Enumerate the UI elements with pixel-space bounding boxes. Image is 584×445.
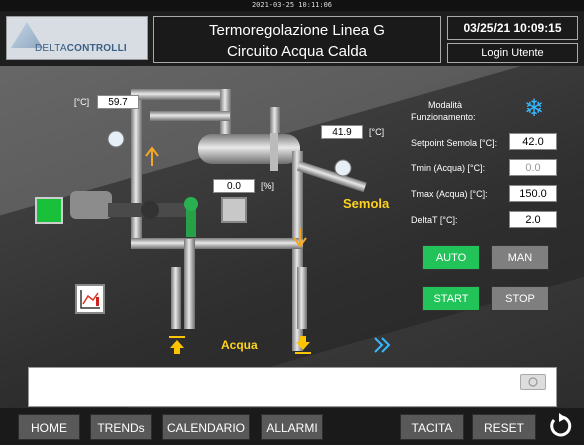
system-timestamp-bar: 2021-03-25 10:11:06 (0, 0, 584, 11)
tmin-label: Tmin (Acqua) [°C]: (411, 163, 486, 173)
mode-label-1: Modalità (428, 100, 463, 110)
reset-arrow-icon[interactable] (546, 412, 574, 440)
message-settings-button[interactable] (520, 374, 546, 390)
auto-button[interactable]: AUTO (422, 245, 480, 270)
gauge-right (334, 159, 352, 177)
temp-right-unit: [°C] (369, 127, 385, 137)
nav-trends[interactable]: TRENDs (90, 414, 152, 440)
pipe-semola-out (296, 160, 367, 193)
deltat-label: DeltaT [°C]: (411, 215, 458, 225)
snowflake-icon[interactable]: ❄ (524, 97, 544, 121)
deltat-input[interactable]: 2.0 (509, 211, 557, 228)
pipe-right-drop (297, 267, 307, 329)
camera-icon (528, 377, 538, 387)
control-valve (186, 209, 196, 237)
pipe-bottom (131, 238, 303, 249)
exchanger-flange (270, 127, 278, 171)
nav-calendario[interactable]: CALENDARIO (162, 414, 250, 440)
semola-label: Semola (343, 196, 390, 211)
pipe-left-drop (171, 267, 181, 329)
valve-actuator (184, 197, 198, 211)
exchanger-nozzle-top (270, 107, 280, 133)
man-button[interactable]: MAN (491, 245, 549, 270)
tmin-input[interactable]: 0.0 (509, 159, 557, 176)
reset-button[interactable]: RESET (472, 414, 536, 440)
temp-right-value: 41.9 (321, 125, 363, 139)
pump-motor (70, 191, 112, 219)
tacita-button[interactable]: TACITA (400, 414, 464, 440)
pipe-left-riser (131, 89, 142, 249)
hmi-screen: DELTACONTROLLI Termoregolazione Linea G … (0, 11, 584, 445)
inlet-arrow-icon (170, 340, 184, 354)
nav-allarmi[interactable]: ALLARMI (261, 414, 323, 440)
outlet-bar (295, 352, 311, 354)
tmax-label: Tmax (Acqua) [°C]: (411, 189, 488, 199)
setpoint-input[interactable]: 42.0 (509, 133, 557, 150)
bottom-nav-bar: HOME TRENDs CALENDARIO ALLARMI TACITA RE… (0, 408, 584, 445)
mode-label-2: Funzionamento: (411, 112, 476, 122)
setpoint-label: Setpoint Semola [°C]: (411, 138, 498, 148)
message-area (28, 367, 557, 407)
thermometer-trend-icon[interactable] (75, 284, 105, 314)
pipe-top (131, 89, 231, 100)
inlet-bar (169, 336, 185, 338)
temp-left-unit: [°C] (74, 97, 90, 107)
pump-status-indicator[interactable] (35, 197, 63, 224)
pipe-return (184, 239, 195, 329)
pump-coupling (141, 201, 159, 219)
valve-position-value: 0.0 (213, 179, 255, 193)
acqua-label: Acqua (221, 338, 258, 352)
next-page-icon (374, 337, 384, 353)
start-button[interactable]: START (422, 286, 480, 311)
trend-graph-icon (80, 290, 100, 309)
nav-home[interactable]: HOME (18, 414, 80, 440)
valve-status-indicator[interactable] (221, 197, 247, 223)
temp-left-value: 59.7 (97, 95, 139, 109)
gauge-left (107, 130, 125, 148)
stop-button[interactable]: STOP (491, 286, 549, 311)
tmax-input[interactable]: 150.0 (509, 185, 557, 202)
valve-position-unit: [%] (261, 181, 275, 191)
heat-exchanger (198, 134, 300, 164)
system-timestamp: 2021-03-25 10:11:06 (251, 1, 333, 9)
pipe-upper-diag (150, 111, 230, 121)
